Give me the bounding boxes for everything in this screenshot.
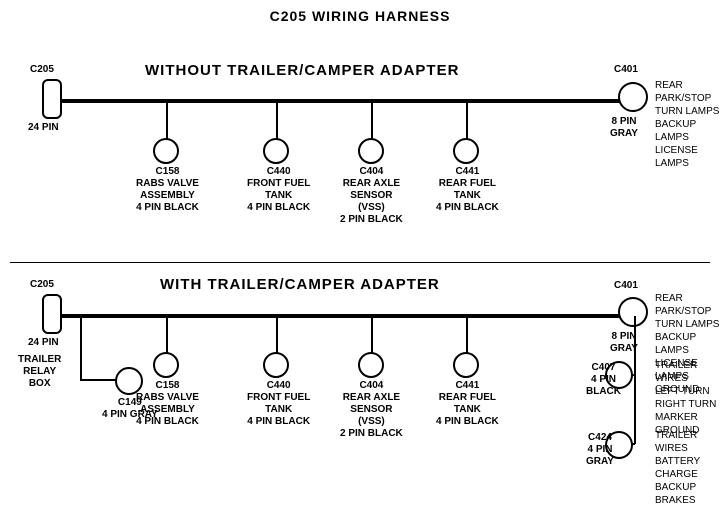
c158-top-circle — [153, 138, 179, 164]
c158-top-vline — [166, 101, 168, 141]
c205-bot-sublabel: 24 PIN — [28, 337, 59, 349]
c441-bot-label: C441REAR FUELTANK4 PIN BLACK — [436, 380, 499, 428]
main-line-top — [60, 99, 635, 103]
page-title: C205 WIRING HARNESS — [0, 0, 720, 24]
c149-hline — [80, 379, 120, 381]
c441-bot-vline — [466, 316, 468, 356]
c424-vline — [634, 374, 636, 444]
c404-bot-vline — [371, 316, 373, 356]
c404-bot-label: C404REAR AXLESENSOR(VSS)2 PIN BLACK — [340, 380, 403, 440]
c441-top-vline — [466, 101, 468, 141]
c441-bot-circle — [453, 352, 479, 378]
c404-bot-circle — [358, 352, 384, 378]
c205-bot-label: C205 — [30, 279, 54, 291]
diagram-container: WITHOUT TRAILER/CAMPER ADAPTER C205 24 P… — [0, 24, 720, 524]
c404-top-vline — [371, 101, 373, 141]
c205-top-label: C205 — [30, 64, 54, 76]
c440-top-label: C440FRONT FUELTANK4 PIN BLACK — [247, 166, 310, 214]
c401-top-circle — [618, 82, 648, 112]
c158-bot-circle — [153, 352, 179, 378]
section2-label: WITH TRAILER/CAMPER ADAPTER — [160, 276, 440, 293]
c158-bot-label: C158RABS VALVEASSEMBLY4 PIN BLACK — [136, 380, 199, 428]
c158-bot-vline — [166, 316, 168, 356]
c424-label: C4244 PINGRAY — [586, 432, 614, 468]
c407-desc: TRAILER WIRESLEFT TURNRIGHT TURNMARKERGR… — [655, 359, 720, 437]
c401-top-label: C401 — [614, 64, 638, 76]
c407-vline-main — [634, 316, 636, 376]
c440-bot-vline — [276, 316, 278, 356]
c440-bot-circle — [263, 352, 289, 378]
c401-bot-label: C401 — [614, 280, 638, 292]
section-divider — [10, 262, 710, 263]
main-line-bot — [60, 314, 635, 318]
section1-label: WITHOUT TRAILER/CAMPER ADAPTER — [145, 62, 459, 79]
c404-top-circle — [358, 138, 384, 164]
c440-top-vline — [276, 101, 278, 141]
c404-top-label: C404REAR AXLESENSOR(VSS)2 PIN BLACK — [340, 166, 403, 226]
c401-top-sublabel: 8 PINGRAY — [610, 116, 638, 140]
c401-bot-circle — [618, 297, 648, 327]
c424-desc: TRAILER WIRESBATTERY CHARGEBACKUPBRAKES — [655, 429, 720, 507]
c205-top-sublabel: 24 PIN — [28, 122, 59, 134]
c158-top-label: C158RABS VALVEASSEMBLY4 PIN BLACK — [136, 166, 199, 214]
c205-top-rect — [42, 79, 62, 119]
c401-top-desc: REAR PARK/STOPTURN LAMPSBACKUP LAMPSLICE… — [655, 79, 720, 170]
c440-top-circle — [263, 138, 289, 164]
c149-vline — [80, 316, 82, 381]
trailer-relay-label: TRAILERRELAYBOX — [18, 354, 61, 390]
c440-bot-label: C440FRONT FUELTANK4 PIN BLACK — [247, 380, 310, 428]
c441-top-label: C441REAR FUELTANK4 PIN BLACK — [436, 166, 499, 214]
c205-bot-rect — [42, 294, 62, 334]
c441-top-circle — [453, 138, 479, 164]
c407-label: C4074 PINBLACK — [586, 362, 621, 398]
